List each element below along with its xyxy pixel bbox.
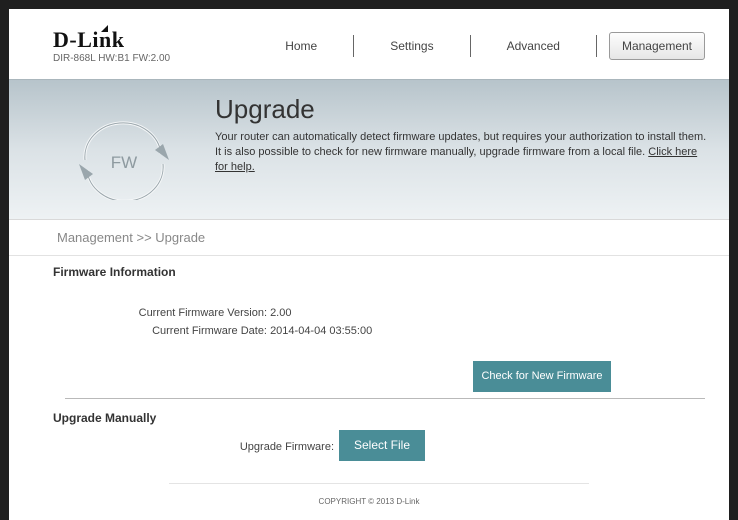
firmware-info-title: Firmware Information — [53, 265, 176, 279]
firmware-version-value: 2.00 — [270, 307, 292, 319]
header: D-Link DIR-868L HW:B1 FW:2.00 Home Setti… — [9, 9, 729, 79]
page-banner: FW Upgrade Your router can automatically… — [9, 79, 729, 220]
footer-divider — [169, 483, 589, 484]
nav-divider — [595, 35, 597, 57]
description-text: Your router can automatically detect fir… — [215, 131, 707, 158]
firmware-date-label: Current Firmware Date: — [152, 325, 267, 337]
device-info: DIR-868L HW:B1 FW:2.00 — [53, 53, 171, 64]
firmware-version-row: Current Firmware Version: 2.00 — [9, 307, 292, 319]
firmware-version-label: Current Firmware Version: — [138, 307, 267, 319]
nav-home[interactable]: Home — [271, 37, 353, 55]
page-description: Your router can automatically detect fir… — [215, 130, 709, 175]
copyright-footer: COPYRIGHT © 2013 D-Link — [318, 497, 420, 506]
page-title: Upgrade — [215, 94, 315, 124]
nav-management[interactable]: Management — [608, 32, 705, 60]
firmware-refresh-icon: FW — [79, 121, 169, 200]
upgrade-firmware-label: Upgrade Firmware: — [239, 441, 334, 453]
fw-icon-label: FW — [111, 153, 137, 172]
select-file-button[interactable]: Select File — [339, 430, 425, 461]
upgrade-firmware-row: Upgrade Firmware: — [9, 441, 334, 453]
section-divider — [65, 398, 705, 399]
nav-advanced[interactable]: Advanced — [471, 37, 596, 55]
firmware-date-value: 2014-04-04 03:55:00 — [270, 325, 373, 337]
brand-logo: D-Link — [53, 27, 125, 52]
breadcrumb: Management >> Upgrade — [57, 230, 206, 245]
breadcrumb-bar: Management >> Upgrade — [9, 219, 729, 256]
firmware-date-row: Current Firmware Date: 2014-04-04 03:55:… — [9, 325, 372, 337]
page-frame: D-Link DIR-868L HW:B1 FW:2.00 Home Setti… — [9, 9, 729, 520]
main-nav: Home Settings Advanced Management — [271, 31, 705, 61]
upgrade-manually-title: Upgrade Manually — [53, 411, 157, 425]
check-new-firmware-button[interactable]: Check for New Firmware — [473, 361, 611, 392]
nav-settings[interactable]: Settings — [354, 37, 469, 55]
logo-triangle-icon — [101, 25, 108, 32]
